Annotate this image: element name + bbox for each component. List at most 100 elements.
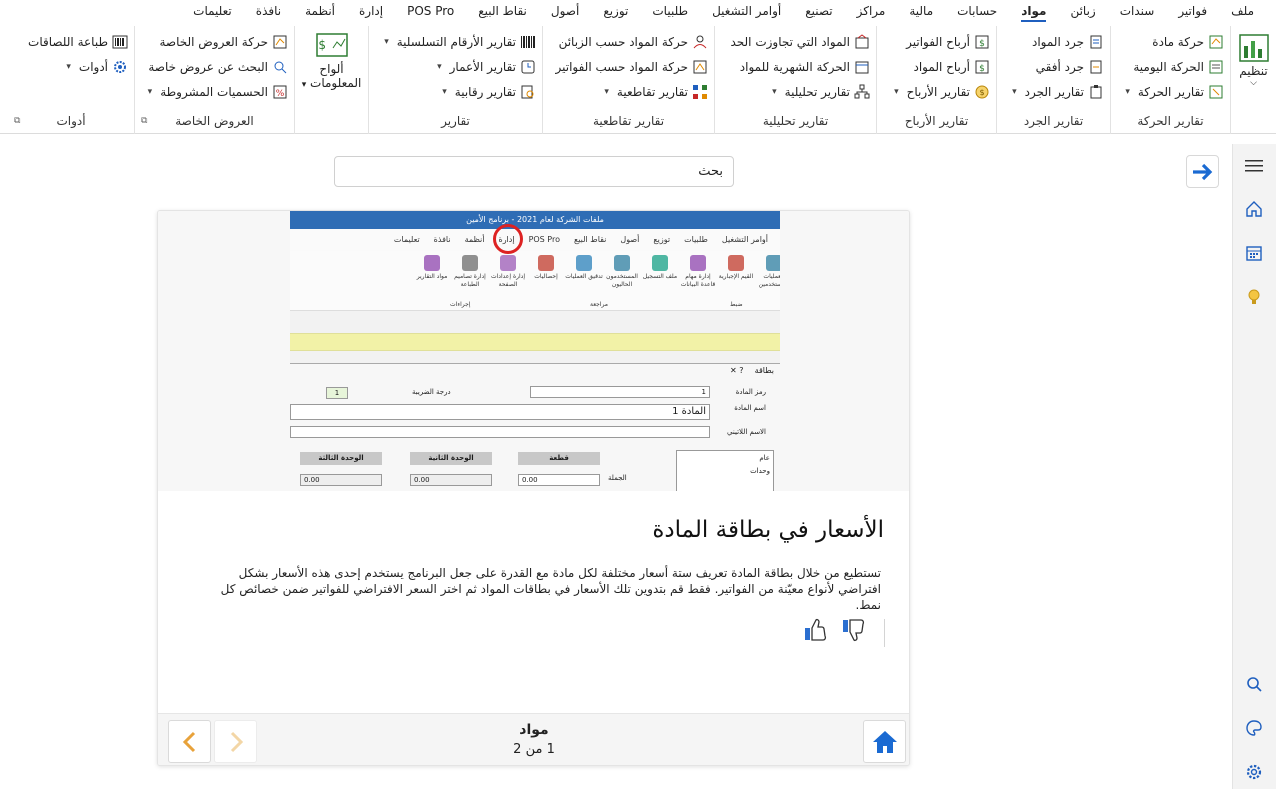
menu-item[interactable]: مالية — [897, 0, 945, 22]
chevron-down-icon: ▾ — [437, 61, 442, 72]
inner-ribbon-item: إدارة تصاميم الطباعة — [450, 255, 490, 289]
serial-number-reports-dropdown[interactable]: تقارير الأرقام التسلسلية ▾ — [375, 32, 536, 51]
ages-reports-label: تقارير الأعمار — [449, 59, 516, 74]
horizontal-inventory-button[interactable]: جرد أفقي — [1003, 57, 1104, 76]
profits-reports-dropdown[interactable]: $ تقارير الأرباح ▾ — [883, 82, 990, 101]
info-boards-label-2: المعلومات ▾ — [302, 76, 362, 90]
calendar-icon[interactable] — [1242, 241, 1266, 265]
inner-ribbon-item: إحصاليات — [526, 255, 566, 281]
inner-code-field: 1 — [530, 386, 710, 398]
cross-reports-dropdown[interactable]: تقارير تقاطعية ▾ — [549, 82, 708, 101]
labels-barcode-icon — [112, 34, 128, 50]
cross-icon — [692, 84, 708, 100]
search-icon[interactable] — [1242, 672, 1266, 696]
monthly-movement-button[interactable]: الحركة الشهرية للمواد — [721, 57, 870, 76]
control-reports-dropdown[interactable]: تقارير رقابية ▾ — [375, 82, 536, 101]
inner-name-label: اسم المادة — [734, 404, 766, 412]
settings-gear-icon[interactable] — [1242, 760, 1266, 784]
inner-screenshot: ملفات الشركة لعام 2021 - برنامج الأمين أ… — [290, 211, 780, 491]
menu-item[interactable]: حسابات — [945, 0, 1009, 22]
inventory-materials-button[interactable]: جرد المواد — [1003, 32, 1104, 51]
inner-menu-item: طلبيات — [684, 235, 708, 244]
menu-item[interactable]: POS Pro — [395, 0, 466, 22]
menu-item[interactable]: أنظمة — [293, 0, 347, 22]
movement-reports-dropdown[interactable]: تقارير الحركة ▾ — [1117, 82, 1224, 101]
info-boards-button[interactable]: $ ألواح المعلومات ▾ — [301, 32, 362, 90]
inventory-materials-label: جرد المواد — [1031, 34, 1084, 49]
menu-item[interactable]: فواتير — [1166, 0, 1219, 22]
menu-item[interactable]: مراكز — [845, 0, 898, 22]
inner-ribbon-group-label: مراجعة — [590, 301, 609, 308]
menu-item[interactable]: نافذة — [244, 0, 293, 22]
dialog-launcher-icon[interactable]: ⧉ — [14, 116, 20, 126]
card-footer: مواد 1 من 2 — [158, 713, 909, 765]
hamburger-menu-icon[interactable] — [1242, 154, 1266, 178]
inner-menu-item: نافذة — [433, 235, 451, 244]
dialog-launcher-icon[interactable]: ⧉ — [141, 116, 147, 126]
menu-item[interactable]: زبائن — [1058, 0, 1107, 22]
thumbs-up-button[interactable] — [803, 617, 829, 646]
print-labels-button[interactable]: طباعة اللصاقات — [14, 32, 128, 51]
menu-item[interactable]: توزيع — [591, 0, 640, 22]
coin-icon: $ — [974, 84, 990, 100]
inner-ribbon-item: القيم الإجبارية — [716, 255, 756, 281]
clock-icon — [520, 59, 536, 75]
back-arrow-button[interactable] — [1186, 155, 1219, 188]
chevron-down-icon: ▾ — [66, 61, 71, 72]
ages-reports-dropdown[interactable]: تقارير الأعمار ▾ — [375, 57, 536, 76]
daily-movement-icon — [1208, 59, 1224, 75]
search-input[interactable] — [334, 156, 734, 187]
movement-by-invoices-button[interactable]: حركة المواد حسب الفواتير — [549, 57, 708, 76]
control-reports-icon — [520, 84, 536, 100]
movement-by-customers-button[interactable]: حركة المواد حسب الزبائن — [549, 32, 708, 51]
inner-latin-field — [290, 426, 710, 438]
special-offers-movement-label: حركة العروض الخاصة — [159, 34, 268, 49]
menu-item[interactable]: إدارة — [347, 0, 395, 22]
menu-item[interactable]: طلبيات — [640, 0, 700, 22]
menu-item[interactable]: سندات — [1108, 0, 1167, 22]
menu-item[interactable]: ملف — [1219, 0, 1266, 22]
invoice-profits-button[interactable]: $ أرباح الفواتير — [883, 32, 990, 51]
inventory-reports-dropdown[interactable]: تقارير الجرد ▾ — [1003, 82, 1104, 101]
chevron-down-icon: ▾ — [384, 36, 389, 47]
organize-button[interactable]: تنظيم ⌵ — [1235, 32, 1272, 88]
analytic-reports-dropdown[interactable]: تقارير تحليلية ▾ — [721, 82, 870, 101]
tools-dropdown[interactable]: أدوات ▾ — [14, 57, 128, 76]
inner-ribbon-item: المستخدمون الحاليون — [602, 255, 642, 289]
special-offers-movement-button[interactable]: حركة العروض الخاصة — [141, 32, 288, 51]
group-label-inventory: تقارير الجرد — [1023, 114, 1084, 128]
exceeded-limit-button[interactable]: المواد التي تجاوزت الحد — [721, 32, 870, 51]
organize-icon — [1238, 34, 1269, 62]
svg-text:$: $ — [979, 64, 985, 74]
lightbulb-icon[interactable] — [1242, 285, 1266, 309]
search-special-offers-button[interactable]: البحث عن عروض خاصة — [141, 57, 288, 76]
chevron-down-icon: ▾ — [772, 86, 777, 97]
ribbon-group-boards: $ ألواح المعلومات ▾ — [294, 26, 368, 134]
tip-title: الأسعار في بطاقة المادة — [652, 517, 884, 543]
menu-item[interactable]: أصول — [539, 0, 591, 22]
inventory-icon — [1088, 34, 1104, 50]
next-button[interactable] — [214, 720, 257, 763]
invoices-icon — [692, 59, 708, 75]
inner-latin-label: الاسم اللاتيني — [727, 428, 766, 436]
palette-icon[interactable] — [1242, 716, 1266, 740]
ribbon-group-tools: طباعة اللصاقات أدوات ▾ أدوات ⧉ — [8, 26, 134, 134]
movement-reports-icon — [1208, 84, 1224, 100]
analytic-icon — [854, 84, 870, 100]
conditional-discounts-dropdown[interactable]: % الحسميات المشروطة ▾ — [141, 82, 288, 101]
item-movement-button[interactable]: حركة مادة — [1117, 32, 1224, 51]
home-icon[interactable] — [1242, 197, 1266, 221]
dashboard-icon: $ — [315, 33, 348, 57]
daily-movement-button[interactable]: الحركة اليومية — [1117, 57, 1224, 76]
menu-item[interactable]: تصنيع — [793, 0, 844, 22]
inner-close-icon: ? ✕ — [730, 366, 744, 375]
chevron-down-icon: ▾ — [1012, 86, 1017, 97]
group-label-cross: تقارير تقاطعية — [592, 114, 665, 128]
menu-item[interactable]: مواد — [1009, 0, 1058, 22]
menu-item[interactable]: نقاط البيع — [466, 0, 539, 22]
thumbs-down-button[interactable] — [841, 617, 867, 646]
material-profits-button[interactable]: $ أرباح المواد — [883, 57, 990, 76]
menu-item[interactable]: تعليمات — [181, 0, 244, 22]
menu-item[interactable]: أوامر التشغيل — [700, 0, 793, 22]
previous-button[interactable] — [168, 720, 211, 763]
